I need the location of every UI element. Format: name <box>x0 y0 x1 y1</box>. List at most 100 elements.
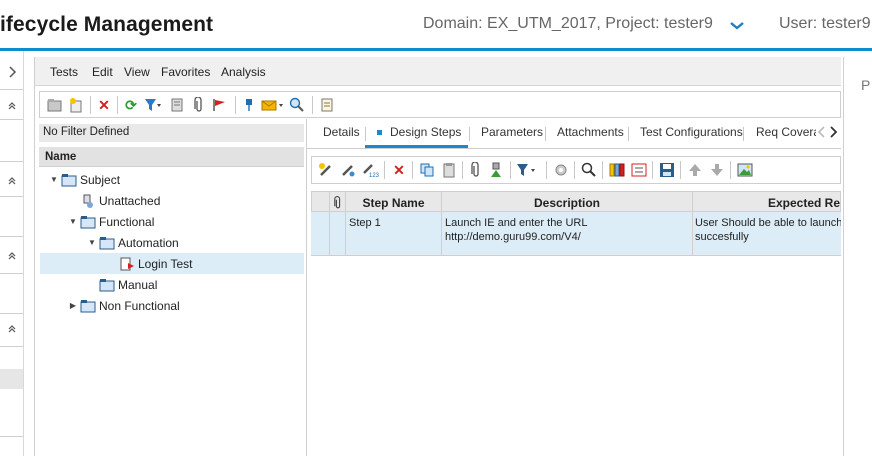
folder-icon <box>99 278 115 291</box>
expand-toggle-icon[interactable]: ▶ <box>68 301 78 310</box>
tree-column-header[interactable]: Name <box>39 147 304 167</box>
new-folder-icon[interactable] <box>46 96 64 114</box>
menu-view[interactable]: View <box>124 65 150 79</box>
double-chevron-up-icon[interactable] <box>0 317 23 341</box>
tree-node-non-functional[interactable]: ▶ Non Functional <box>68 295 180 316</box>
tree-node-login-test[interactable]: Login Test <box>119 253 193 274</box>
call-to-test-icon[interactable] <box>487 161 505 179</box>
double-chevron-up-icon[interactable] <box>0 244 23 268</box>
tree-node-label: Unattached <box>99 193 161 208</box>
panel-splitter[interactable] <box>306 119 307 456</box>
generate-script-icon[interactable] <box>552 161 570 179</box>
chevron-down-icon[interactable] <box>727 16 747 34</box>
attachment-column-icon[interactable] <box>330 192 346 213</box>
unattached-icon <box>83 194 93 208</box>
pin-icon[interactable] <box>240 96 258 114</box>
edit-step-icon[interactable] <box>339 161 357 179</box>
tree-node-manual[interactable]: Manual <box>87 274 157 295</box>
flag-icon[interactable] <box>210 96 228 114</box>
find-icon[interactable] <box>580 161 598 179</box>
cell-expected-result[interactable]: User Should be able to launch succesfull… <box>695 216 841 244</box>
column-step-name[interactable]: Step Name <box>346 192 442 213</box>
double-chevron-up-icon[interactable] <box>0 94 23 118</box>
details-icon[interactable] <box>168 96 186 114</box>
send-mail-icon[interactable] <box>260 96 286 114</box>
expand-toggle-icon[interactable]: ▼ <box>49 175 59 184</box>
folder-open-icon <box>99 236 115 249</box>
cell-description[interactable]: Launch IE and enter the URL http://demo.… <box>445 216 587 244</box>
expand-toggle-icon[interactable]: ▼ <box>87 238 97 247</box>
tree-node-label: Login Test <box>138 256 193 271</box>
menu-edit[interactable]: Edit <box>92 65 113 79</box>
tree-node-automation[interactable]: ▼ Automation <box>87 232 179 253</box>
tab-parameters[interactable]: Parameters <box>481 125 543 139</box>
tree-node-label: Automation <box>118 235 179 250</box>
wrap-text-icon[interactable] <box>630 161 648 179</box>
renumber-steps-icon[interactable]: 123 <box>361 161 379 179</box>
column-expected-result[interactable]: Expected Re <box>693 192 842 213</box>
filter-icon[interactable] <box>144 96 162 114</box>
notes-icon[interactable] <box>318 96 336 114</box>
details-tabs: Details Design Steps Parameters Attachme… <box>313 119 841 148</box>
move-up-icon[interactable] <box>686 161 704 179</box>
expected-line: User Should be able to launch <box>695 217 841 229</box>
folder-icon <box>80 299 96 312</box>
right-side-panel[interactable]: P <box>843 57 872 456</box>
domain-project-label[interactable]: Domain: EX_UTM_2017, Project: tester9 <box>423 15 713 33</box>
tab-req-coverage[interactable]: Req Coverag <box>756 125 816 139</box>
tree-node-functional[interactable]: ▼ Functional <box>68 211 154 232</box>
tab-design-steps-label: Design Steps <box>390 125 462 139</box>
paste-icon[interactable] <box>440 161 458 179</box>
user-label[interactable]: User: tester9 <box>779 15 871 33</box>
picture-icon[interactable] <box>736 161 754 179</box>
folder-open-icon <box>61 173 77 186</box>
tree-node-unattached[interactable]: Unattached <box>68 190 160 211</box>
table-row[interactable]: Step 1 Launch IE and enter the URL http:… <box>311 212 841 256</box>
tabs-divider <box>307 148 841 149</box>
double-chevron-up-icon[interactable] <box>0 169 23 193</box>
design-steps-toolbar: 123 ✕ <box>311 156 841 184</box>
new-step-icon[interactable] <box>317 161 335 179</box>
tree-node-label: Manual <box>118 277 158 292</box>
test-plan-module: Tests Edit View Favorites Analysis ✕ ⟳ N… <box>34 57 841 456</box>
test-script-icon <box>120 257 134 270</box>
delete-icon[interactable]: ✕ <box>390 161 408 179</box>
active-tab-marker <box>377 130 382 136</box>
tab-scroll-right-icon[interactable] <box>828 125 838 139</box>
tab-test-configurations[interactable]: Test Configurations <box>640 125 743 139</box>
attachment-icon[interactable] <box>190 96 208 114</box>
column-description[interactable]: Description <box>442 192 693 213</box>
attachment-icon[interactable] <box>467 161 485 179</box>
copy-icon[interactable] <box>418 161 436 179</box>
header-accent-line <box>0 48 872 51</box>
rail-selected-item[interactable] <box>0 369 23 389</box>
zoom-icon[interactable] <box>288 96 306 114</box>
grid-header: Step Name Description Expected Re <box>311 191 842 213</box>
right-panel-label: P <box>861 77 871 93</box>
tab-design-steps[interactable]: Design Steps <box>377 125 461 139</box>
tab-attachments[interactable]: Attachments <box>557 125 624 139</box>
new-test-icon[interactable] <box>67 96 85 114</box>
app-title: ifecycle Management <box>0 13 214 36</box>
description-line: http://demo.guru99.com/V4/ <box>445 231 581 243</box>
menu-analysis[interactable]: Analysis <box>221 65 266 79</box>
delete-icon[interactable]: ✕ <box>95 96 113 114</box>
move-down-icon[interactable] <box>708 161 726 179</box>
save-icon[interactable] <box>658 161 676 179</box>
cell-step-name[interactable]: Step 1 <box>349 216 381 230</box>
design-steps-grid: Step Name Description Expected Re Step 1… <box>311 191 841 257</box>
tree-node-subject[interactable]: ▼ Subject <box>49 169 120 190</box>
menu-tests[interactable]: Tests <box>50 65 78 79</box>
expand-toggle-icon[interactable]: ▼ <box>68 217 78 226</box>
filter-icon[interactable] <box>515 161 541 179</box>
columns-icon[interactable] <box>608 161 626 179</box>
tab-details[interactable]: Details <box>323 125 360 139</box>
refresh-icon[interactable]: ⟳ <box>122 96 140 114</box>
menu-favorites[interactable]: Favorites <box>161 65 210 79</box>
chevron-right-icon[interactable] <box>0 60 23 84</box>
filter-status-text: No Filter Defined <box>43 126 130 138</box>
tree-column-name: Name <box>45 151 77 163</box>
grid-column-selector[interactable] <box>312 192 330 213</box>
tab-scroll-left-icon[interactable] <box>817 125 827 139</box>
expected-line: succesfully <box>695 231 749 243</box>
